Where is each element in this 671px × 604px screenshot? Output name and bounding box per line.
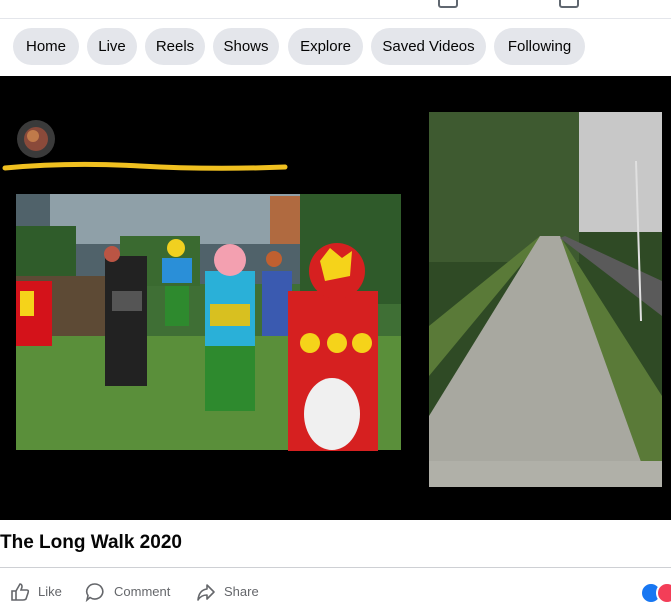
share-label: Share — [224, 584, 259, 599]
comment-button[interactable]: Comment — [85, 582, 180, 602]
action-bar: Like Comment Share — [0, 568, 671, 604]
video-frame — [0, 76, 671, 520]
header-icon-right[interactable] — [559, 0, 579, 8]
top-header-bar — [0, 0, 671, 19]
video-player[interactable] — [0, 76, 671, 520]
header-icon-left[interactable] — [438, 0, 458, 8]
tab-following[interactable]: Following — [494, 28, 585, 65]
tab-home[interactable]: Home — [13, 28, 79, 65]
video-nav-tabs: Home Live Reels Shows Explore Saved Vide… — [0, 19, 671, 75]
share-button[interactable]: Share — [196, 582, 266, 602]
like-icon — [11, 583, 30, 601]
channel-logo-icon — [17, 120, 55, 158]
comment-label: Comment — [114, 584, 171, 599]
share-icon — [197, 584, 215, 601]
left-video-image — [16, 194, 401, 451]
tab-live[interactable]: Live — [87, 28, 137, 65]
like-label: Like — [38, 584, 62, 599]
tab-saved-videos[interactable]: Saved Videos — [371, 28, 486, 65]
tab-shows[interactable]: Shows — [213, 28, 279, 65]
love-reaction-icon[interactable] — [656, 582, 671, 604]
tab-explore[interactable]: Explore — [288, 28, 363, 65]
comment-icon — [85, 583, 104, 602]
like-button[interactable]: Like — [10, 582, 70, 602]
right-video-image — [429, 112, 662, 487]
video-title: The Long Walk 2020 — [0, 532, 182, 553]
tab-reels[interactable]: Reels — [145, 28, 205, 65]
